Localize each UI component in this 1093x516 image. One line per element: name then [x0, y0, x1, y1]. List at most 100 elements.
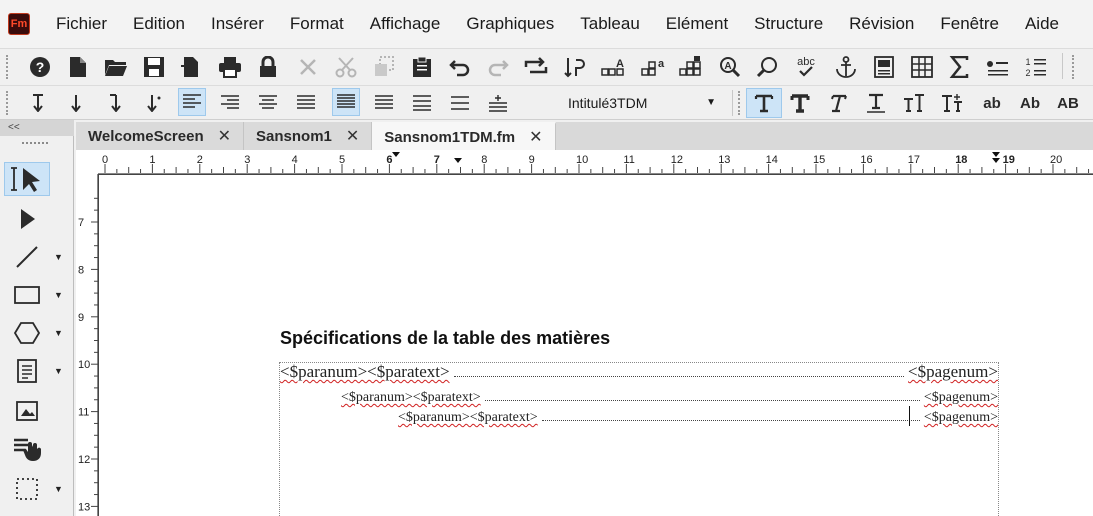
indent-marker[interactable] [992, 152, 1000, 157]
vertical-ruler[interactable]: 7 8 9 10 11 12 13 [76, 174, 98, 516]
align-right-icon[interactable] [216, 89, 244, 117]
bullet-list-icon[interactable] [984, 53, 1012, 81]
toc-line-level3[interactable]: <$paranum><$paratext> <$pagenum> [398, 410, 998, 426]
tab-decimal-icon[interactable] [140, 89, 168, 117]
menu-structure[interactable]: Structure [754, 14, 823, 34]
toolbar-grip[interactable] [6, 55, 9, 79]
numbered-list-icon[interactable]: 12 [1022, 53, 1050, 81]
repeat-icon[interactable] [522, 53, 550, 81]
toolbar-grip-2[interactable] [1072, 55, 1075, 79]
toc-line-level1[interactable]: <$paranum><$paratext> <$pagenum> [280, 362, 998, 382]
open-folder-icon[interactable] [102, 53, 130, 81]
spacing-double-icon[interactable] [408, 89, 436, 117]
menu-aide[interactable]: Aide [1025, 14, 1059, 34]
line-tool-dropdown-icon[interactable]: ▼ [54, 252, 63, 262]
toc-line-level2[interactable]: <$paranum><$paratext> <$pagenum> [341, 390, 998, 406]
menu-revision[interactable]: Révision [849, 14, 914, 34]
smart-select-tool[interactable] [4, 162, 50, 196]
help-icon[interactable]: ? [26, 53, 54, 81]
hand-tool[interactable] [4, 432, 50, 466]
polygon-tool[interactable] [4, 316, 50, 350]
indent-marker[interactable] [454, 158, 462, 163]
uppercase-button[interactable]: AB [1054, 89, 1082, 117]
marquee-tool-dropdown-icon[interactable]: ▼ [54, 484, 63, 494]
lowercase-button[interactable]: ab [978, 89, 1006, 117]
close-x-icon[interactable] [294, 53, 322, 81]
search-icon[interactable] [754, 53, 782, 81]
menu-format[interactable]: Format [290, 14, 344, 34]
paragraph-format-select[interactable]: Intitulé3TDM ▼ [560, 90, 720, 115]
menu-edition[interactable]: Edition [133, 14, 185, 34]
panel-grip[interactable] [22, 142, 48, 148]
save-icon[interactable] [140, 53, 168, 81]
spacing-add-icon[interactable] [484, 89, 512, 117]
tab-sansnom1[interactable]: Sansnom1 ✕ [244, 122, 373, 150]
toc-spec-heading[interactable]: Spécifications de la table des matières [280, 328, 610, 349]
text-underline-icon[interactable] [862, 89, 890, 117]
align-center-icon[interactable] [254, 89, 282, 117]
menu-element[interactable]: Elément [666, 14, 728, 34]
text-normal-icon[interactable] [746, 88, 782, 118]
undo-icon[interactable] [446, 53, 474, 81]
close-icon[interactable]: ✕ [218, 126, 231, 146]
text-bold-icon[interactable] [786, 89, 814, 117]
close-icon[interactable]: ✕ [346, 126, 359, 146]
flip-icon[interactable] [562, 53, 590, 81]
paste-icon[interactable] [408, 53, 436, 81]
toolbar-grip-3[interactable] [6, 91, 9, 115]
spacing-single-icon[interactable] [332, 88, 360, 116]
indent-marker[interactable] [992, 158, 1000, 163]
align-left-icon[interactable] [178, 88, 206, 116]
horizontal-ruler[interactable]: 0 1 2 3 4 5 6 7 8 9 10 11 12 13 14 15 16 17 18 19 20 [98, 150, 1093, 174]
tab-center-icon[interactable] [62, 89, 90, 117]
marquee-select-tool[interactable] [4, 472, 50, 506]
image-frame-tool[interactable] [4, 394, 50, 428]
copy-icon[interactable] [370, 53, 398, 81]
text-superscript-icon[interactable] [900, 89, 928, 117]
text-subscript-icon[interactable] [938, 89, 966, 117]
tab-left-icon[interactable] [24, 89, 52, 117]
line-tool[interactable] [4, 240, 50, 274]
para-designer-icon[interactable]: a [640, 53, 668, 81]
menu-graphiques[interactable]: Graphiques [466, 14, 554, 34]
tab-right-icon[interactable] [102, 89, 130, 117]
menu-fichier[interactable]: Fichier [56, 14, 107, 34]
char-designer-icon[interactable]: A [600, 53, 628, 81]
text-frame[interactable] [279, 362, 999, 516]
print-icon[interactable] [216, 53, 244, 81]
menu-fenetre[interactable]: Fenêtre [940, 14, 999, 34]
rectangle-tool-dropdown-icon[interactable]: ▼ [54, 290, 63, 300]
find-replace-icon[interactable]: A [716, 53, 744, 81]
close-icon[interactable]: ✕ [529, 127, 542, 147]
collapse-panel-button[interactable]: << [0, 120, 74, 136]
menu-tableau[interactable]: Tableau [580, 14, 640, 34]
save-as-icon[interactable] [178, 53, 206, 81]
sum-icon[interactable] [946, 53, 974, 81]
anchor-icon[interactable] [832, 53, 860, 81]
tab-welcomescreen[interactable]: WelcomeScreen ✕ [76, 122, 245, 150]
document-canvas[interactable]: Spécifications de la table des matières … [98, 174, 1093, 516]
spacing-1-5-icon[interactable] [370, 89, 398, 117]
initial-caps-button[interactable]: Ab [1016, 89, 1044, 117]
reference-page-icon[interactable] [870, 53, 898, 81]
table-designer-icon[interactable] [678, 53, 706, 81]
menu-affichage[interactable]: Affichage [370, 14, 441, 34]
spacing-custom-icon[interactable] [446, 89, 474, 117]
text-frame-tool-dropdown-icon[interactable]: ▼ [54, 366, 63, 376]
lock-icon[interactable] [254, 53, 282, 81]
spelling-icon[interactable]: abc [792, 53, 820, 81]
table-icon[interactable] [908, 53, 936, 81]
cut-icon[interactable] [332, 53, 360, 81]
indent-marker[interactable] [392, 152, 400, 157]
align-justify-icon[interactable] [292, 89, 320, 117]
redo-icon[interactable] [484, 53, 512, 81]
menu-inserer[interactable]: Insérer [211, 14, 264, 34]
tab-sansnom1tdm[interactable]: Sansnom1TDM.fm ✕ [372, 122, 556, 150]
toolbar-grip-4[interactable] [738, 91, 741, 115]
new-document-icon[interactable] [64, 53, 92, 81]
rectangle-tool[interactable] [4, 278, 50, 312]
text-italic-icon[interactable] [824, 89, 852, 117]
text-frame-tool[interactable] [4, 354, 50, 388]
object-select-tool[interactable] [4, 202, 50, 236]
polygon-tool-dropdown-icon[interactable]: ▼ [54, 328, 63, 338]
